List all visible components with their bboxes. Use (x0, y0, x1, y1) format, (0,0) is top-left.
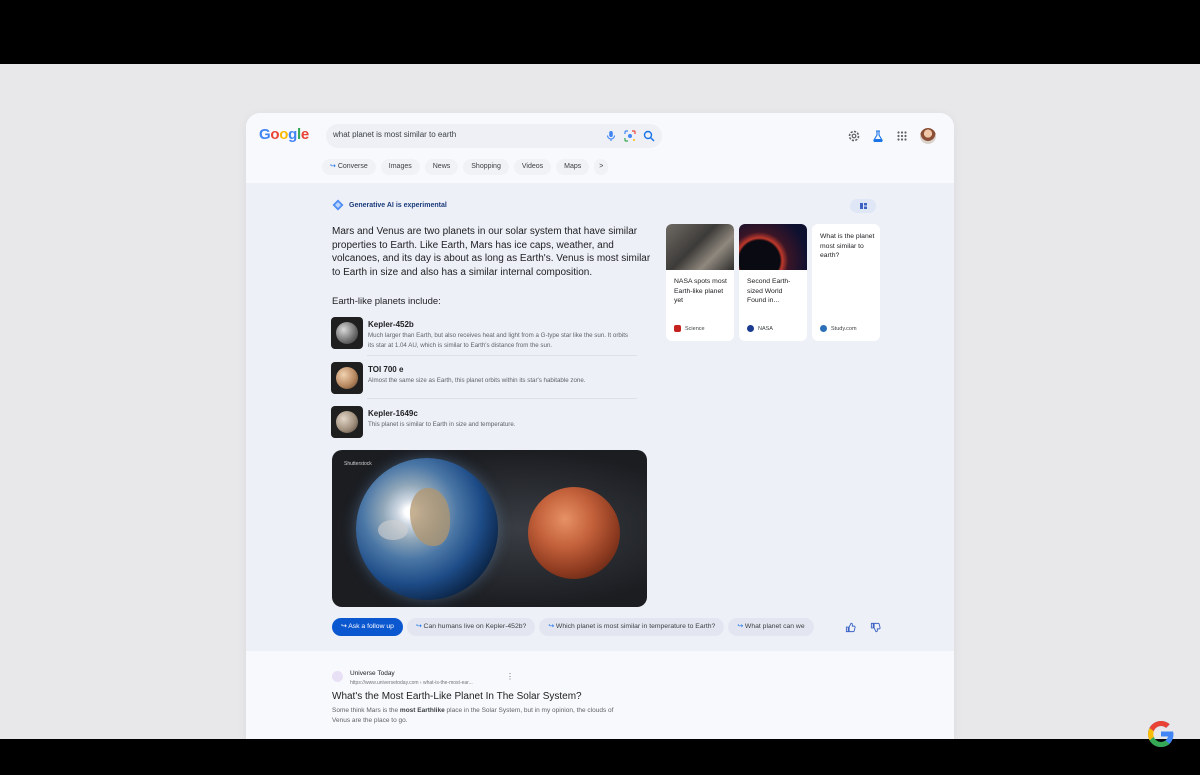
ai-experimental-badge: Generative AI is experimental (332, 199, 447, 211)
followup-label: Which planet is most similar in temperat… (555, 623, 716, 630)
labs-flask-icon[interactable] (871, 129, 885, 143)
tab-label: Converse (337, 163, 368, 170)
ai-summary-text: Mars and Venus are two planets in our so… (332, 226, 651, 279)
browser-window: Google what planet is most similar to ea… (246, 113, 954, 739)
tabs-more-arrow[interactable]: > (594, 159, 609, 175)
logo-letter: g (288, 126, 297, 143)
presentation-stage: Google what planet is most similar to ea… (0, 64, 1200, 739)
search-box[interactable]: what planet is most similar to earth (326, 124, 662, 148)
search-tabs: ↪ Converse Images News Shopping Videos M… (322, 159, 609, 177)
letterbox-top (0, 0, 1200, 64)
microphone-icon[interactable] (604, 129, 618, 143)
nasa-logo-icon (747, 325, 754, 332)
search-results: Universe Today https://www.universetoday… (246, 651, 954, 739)
card-title: Second Earth-sized World Found in... (747, 278, 791, 304)
ai-badge-label: Generative AI is experimental (349, 201, 447, 209)
followup-label: Can humans live on Kepler-452b? (423, 623, 527, 630)
planet-description: Almost the same size as Earth, this plan… (368, 377, 586, 384)
followup-label: Ask a follow up (348, 623, 394, 630)
card-source: Study.com (820, 325, 857, 332)
account-avatar[interactable] (920, 128, 936, 144)
earth-planet (356, 458, 498, 600)
logo-letter: G (259, 126, 271, 143)
ask-followup-button[interactable]: ↪ Ask a follow up (332, 618, 403, 636)
more-options-icon[interactable]: ⋮ (506, 672, 514, 681)
gear-icon[interactable] (847, 129, 861, 143)
planet-description: This planet is similar to Earth in size … (368, 421, 516, 428)
followup-bar: ↪ Ask a follow up ↪ Can humans live on K… (332, 618, 832, 636)
tab-videos[interactable]: Videos (513, 159, 552, 175)
planet-thumbnail (331, 317, 363, 349)
planet-name: TOI 700 e (368, 365, 404, 374)
card-image (739, 224, 807, 270)
logo-letter: o (279, 126, 289, 143)
tab-shopping[interactable]: Shopping (463, 159, 509, 175)
result-snippet: Some think Mars is the most Earthlike pl… (332, 706, 622, 726)
divider (367, 355, 637, 356)
card-source: NASA (747, 325, 773, 332)
mars-planet (528, 487, 620, 579)
card-source-name: Science (685, 325, 705, 332)
layout-toggle-button[interactable] (850, 199, 876, 213)
layout-icon (860, 203, 867, 209)
tab-images[interactable]: Images (380, 159, 420, 175)
lens-icon[interactable] (623, 129, 637, 143)
science-logo-icon (674, 325, 681, 332)
list-item[interactable]: Kepler-1649c This planet is similar to E… (331, 406, 637, 444)
divider (367, 398, 637, 399)
followup-chip[interactable]: ↪ Which planet is most similar in temper… (539, 618, 725, 636)
followup-chip[interactable]: ↪ Can humans live on Kepler-452b? (406, 618, 536, 636)
snippet-text: Some think Mars is the (332, 707, 400, 714)
source-card[interactable]: Second Earth-sized World Found in... NAS… (739, 224, 807, 341)
earth-mars-image[interactable]: Shutterstock (332, 450, 647, 607)
planet-thumbnail (331, 362, 363, 394)
ai-sparkle-icon (332, 199, 344, 211)
result-url[interactable]: https://www.universetoday.com › what-is-… (350, 680, 473, 686)
planet-name: Kepler-1649c (368, 409, 418, 418)
image-credit: Shutterstock (344, 461, 372, 467)
planet-thumbnail (331, 406, 363, 438)
result-title-link[interactable]: What's the Most Earth-Like Planet In The… (332, 691, 582, 702)
search-icon[interactable] (642, 129, 656, 143)
thumbs-down-icon[interactable] (870, 622, 881, 633)
result-site-name[interactable]: Universe Today (350, 670, 395, 677)
site-favicon-icon (332, 671, 343, 682)
thumbs-up-icon[interactable] (845, 622, 856, 633)
card-source-name: Study.com (831, 325, 857, 332)
card-source-name: NASA (758, 325, 773, 332)
followup-label: What planet can we (744, 623, 805, 630)
search-input[interactable]: what planet is most similar to earth (333, 130, 456, 139)
tab-news[interactable]: News (424, 159, 459, 175)
source-card[interactable]: NASA spots most Earth-like planet yet Sc… (666, 224, 734, 341)
tab-converse[interactable]: ↪ Converse (322, 159, 376, 175)
planet-name: Kepler-452b (368, 320, 414, 329)
card-title: What is the planet most similar to earth… (820, 233, 875, 259)
planets-heading: Earth-like planets include: (332, 296, 441, 307)
logo-letter: o (270, 126, 280, 143)
card-source: Science (674, 325, 705, 332)
google-g-logo-icon (1148, 721, 1174, 747)
study-logo-icon (820, 325, 827, 332)
follow-arrow-icon: ↪ (330, 163, 338, 170)
snippet-highlight: most Earthlike (399, 707, 445, 714)
card-image (666, 224, 734, 270)
apps-grid-icon[interactable] (895, 129, 909, 143)
planet-description: Much larger than Earth, but also receive… (368, 332, 629, 349)
list-item[interactable]: TOI 700 e Almost the same size as Earth,… (331, 362, 637, 400)
search-header: Google what planet is most similar to ea… (246, 113, 954, 183)
logo-letter: e (300, 126, 309, 143)
source-card[interactable]: What is the planet most similar to earth… (812, 224, 880, 341)
list-item[interactable]: Kepler-452b Much larger than Earth, but … (331, 317, 637, 355)
followup-chip[interactable]: ↪ What planet can we (728, 618, 814, 636)
letterbox-bottom (0, 739, 1200, 775)
tab-maps[interactable]: Maps (556, 159, 590, 175)
google-logo[interactable]: Google (259, 126, 309, 143)
card-title: NASA spots most Earth-like planet yet (674, 278, 727, 304)
